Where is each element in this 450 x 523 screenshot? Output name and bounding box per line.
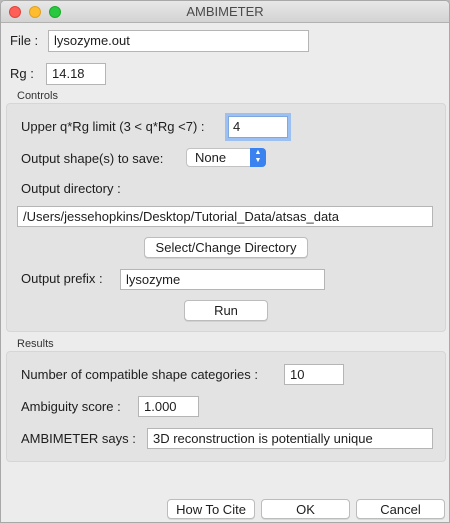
output-shape-select[interactable]: None ▲ ▼	[186, 148, 266, 167]
output-prefix-field[interactable]: lysozyme	[120, 269, 325, 290]
ambimeter-says-label: AMBIMETER says :	[21, 431, 136, 446]
ambiguity-label: Ambiguity score :	[21, 399, 121, 414]
ambimeter-says-field[interactable]: 3D reconstruction is potentially unique	[147, 428, 433, 449]
maximize-window-icon[interactable]	[49, 6, 61, 18]
categories-field[interactable]: 10	[284, 364, 344, 385]
select-directory-button[interactable]: Select/Change Directory	[144, 237, 308, 258]
upper-limit-label: Upper q*Rg limit (3 < q*Rg <7) :	[21, 119, 205, 134]
select-stepper-icon: ▲ ▼	[250, 148, 266, 167]
output-directory-field[interactable]: /Users/jessehopkins/Desktop/Tutorial_Dat…	[17, 206, 433, 227]
close-window-icon[interactable]	[9, 6, 21, 18]
run-button[interactable]: Run	[184, 300, 268, 321]
window-title: AMBIMETER	[186, 4, 264, 19]
rg-label: Rg :	[10, 66, 34, 81]
file-field[interactable]: lysozyme.out	[48, 30, 309, 52]
results-group-title: Results	[17, 338, 54, 350]
controls-group-title: Controls	[17, 90, 58, 102]
categories-label: Number of compatible shape categories :	[21, 367, 259, 382]
cancel-button[interactable]: Cancel	[356, 499, 445, 519]
upper-limit-input[interactable]: 4	[228, 116, 288, 138]
rg-field[interactable]: 14.18	[46, 63, 106, 85]
ambiguity-field[interactable]: 1.000	[138, 396, 199, 417]
minimize-window-icon[interactable]	[29, 6, 41, 18]
file-label: File :	[10, 33, 39, 48]
output-shape-label: Output shape(s) to save:	[21, 151, 164, 166]
output-shape-value: None	[195, 150, 227, 165]
title-bar: AMBIMETER	[1, 1, 449, 23]
ok-button[interactable]: OK	[261, 499, 350, 519]
output-prefix-label: Output prefix :	[21, 271, 103, 286]
ambimeter-window: AMBIMETER File : lysozyme.out Rg : 14.18…	[0, 0, 450, 523]
how-to-cite-button[interactable]: How To Cite	[167, 499, 255, 519]
output-directory-label: Output directory :	[21, 181, 121, 196]
